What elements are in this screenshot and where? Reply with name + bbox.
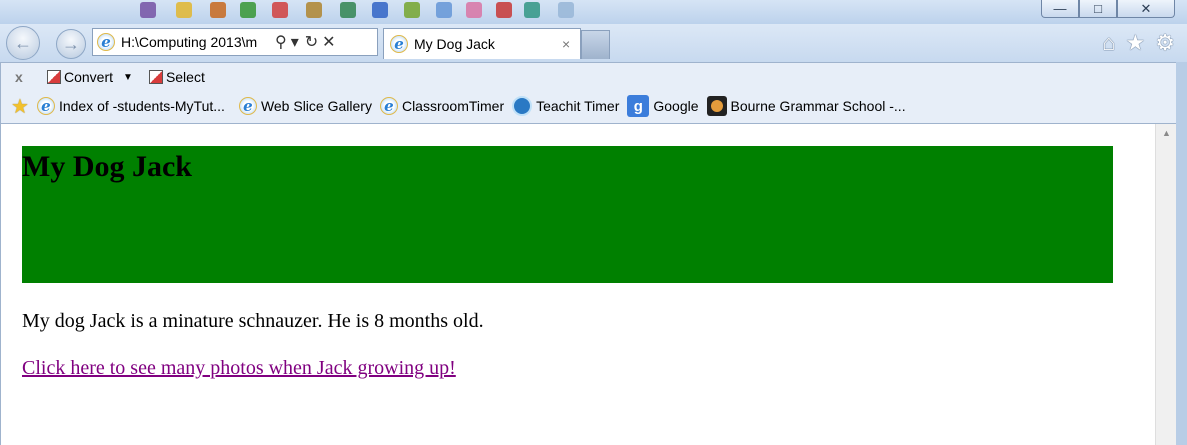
- favorite-label: ClassroomTimer: [401, 98, 505, 114]
- search-icon[interactable]: ⚲: [275, 32, 287, 52]
- chevron-down-icon[interactable]: ▼: [123, 72, 133, 83]
- favorite-label: Web Slice Gallery: [260, 98, 372, 114]
- taskbar-app-icon: [340, 2, 356, 18]
- address-bar[interactable]: e H:\Computing 2013\m ⚲ ▾ ↻ ✕: [92, 28, 378, 56]
- window-controls: — □ ✕: [1041, 0, 1175, 18]
- select-label: Select: [165, 69, 205, 85]
- navigation-bar: ← → e H:\Computing 2013\m ⚲ ▾ ↻ ✕ e My D…: [0, 24, 1187, 62]
- taskbar-app-icon: [524, 2, 540, 18]
- taskbar-strip: — □ ✕: [0, 0, 1187, 24]
- ie-page-icon: e: [379, 97, 398, 115]
- new-tab-button[interactable]: [581, 30, 610, 59]
- select-icon: [148, 70, 163, 84]
- intro-paragraph: My dog Jack is a minature schnauzer. He …: [22, 310, 484, 332]
- favorite-label: Google: [653, 98, 699, 114]
- maximize-button[interactable]: □: [1079, 0, 1117, 18]
- taskbar-app-icon: [272, 2, 288, 18]
- forward-button[interactable]: →: [56, 29, 86, 59]
- heading-banner: My Dog Jack: [22, 146, 1113, 283]
- favorite-item[interactable]: Teachit Timer: [512, 96, 619, 116]
- ie-page-icon: e: [97, 33, 115, 51]
- favorite-item[interactable]: g Google: [627, 95, 699, 117]
- back-button[interactable]: ←: [6, 26, 40, 60]
- taskbar-app-icon: [436, 2, 452, 18]
- tab-title: My Dog Jack: [414, 36, 495, 52]
- favorite-item[interactable]: e ClassroomTimer: [379, 97, 505, 115]
- teachit-icon: [512, 96, 533, 116]
- favorite-label: Index of -students-MyTut...: [58, 98, 225, 114]
- select-button[interactable]: Select: [148, 69, 205, 85]
- google-icon: g: [627, 95, 650, 117]
- close-window-button[interactable]: ✕: [1117, 0, 1175, 18]
- convert-label: Convert: [64, 69, 114, 85]
- convert-button[interactable]: Convert ▼: [47, 69, 133, 85]
- favorite-label: Teachit Timer: [536, 98, 620, 114]
- taskbar-app-icon: [404, 2, 420, 18]
- gear-icon[interactable]: ⚙: [1155, 30, 1175, 56]
- command-bar: x Convert ▼ Select ★ e Index of -student…: [0, 62, 1176, 124]
- address-url[interactable]: H:\Computing 2013\m: [121, 34, 267, 50]
- school-icon: [706, 96, 727, 116]
- taskbar-app-icon: [140, 2, 156, 18]
- taskbar-app-icon: [372, 2, 388, 18]
- taskbar-app-icon: [176, 2, 192, 18]
- page-title: My Dog Jack: [22, 150, 192, 183]
- home-icon[interactable]: ⌂: [1102, 30, 1115, 56]
- refresh-icon[interactable]: ↻: [305, 32, 318, 52]
- page-viewport: My Dog Jack My dog Jack is a minature sc…: [0, 124, 1155, 445]
- window-edge: [1176, 62, 1187, 445]
- favorite-item[interactable]: Bourne Grammar School -...: [706, 96, 906, 116]
- stop-icon[interactable]: ✕: [322, 32, 335, 52]
- convert-toolbar: x Convert ▼ Select: [1, 65, 205, 89]
- taskbar-app-icon: [466, 2, 482, 18]
- chevron-down-icon[interactable]: ▾: [291, 32, 299, 52]
- favorite-item[interactable]: e Web Slice Gallery: [238, 97, 372, 115]
- taskbar-app-icon: [558, 2, 574, 18]
- ie-page-icon: e: [36, 97, 55, 115]
- convert-icon: [47, 70, 61, 84]
- favorite-item[interactable]: e Index of -students-MyTut...: [36, 97, 225, 115]
- taskbar-app-icon: [240, 2, 256, 18]
- favorites-bar: ★ e Index of -students-MyTut... e Web Sl…: [1, 93, 906, 119]
- ie-page-icon: e: [238, 97, 257, 115]
- star-icon[interactable]: ★: [1126, 30, 1146, 56]
- vertical-scrollbar[interactable]: ▲: [1155, 124, 1176, 445]
- browser-toolbar-icons: ⌂ ★ ⚙: [1102, 30, 1175, 56]
- favorites-star-icon[interactable]: ★: [11, 94, 29, 119]
- ie-page-icon: e: [390, 35, 408, 53]
- photos-link[interactable]: Click here to see many photos when Jack …: [22, 357, 456, 380]
- taskbar-app-icon: [306, 2, 322, 18]
- close-toolbar-icon[interactable]: x: [15, 69, 31, 85]
- minimize-button[interactable]: —: [1041, 0, 1079, 18]
- close-tab-icon[interactable]: ×: [562, 36, 570, 52]
- taskbar-app-icon: [496, 2, 512, 18]
- scroll-up-icon[interactable]: ▲: [1162, 128, 1171, 138]
- taskbar-app-icon: [210, 2, 226, 18]
- favorite-label: Bourne Grammar School -...: [730, 98, 906, 114]
- tab-my-dog-jack[interactable]: e My Dog Jack ×: [383, 28, 581, 59]
